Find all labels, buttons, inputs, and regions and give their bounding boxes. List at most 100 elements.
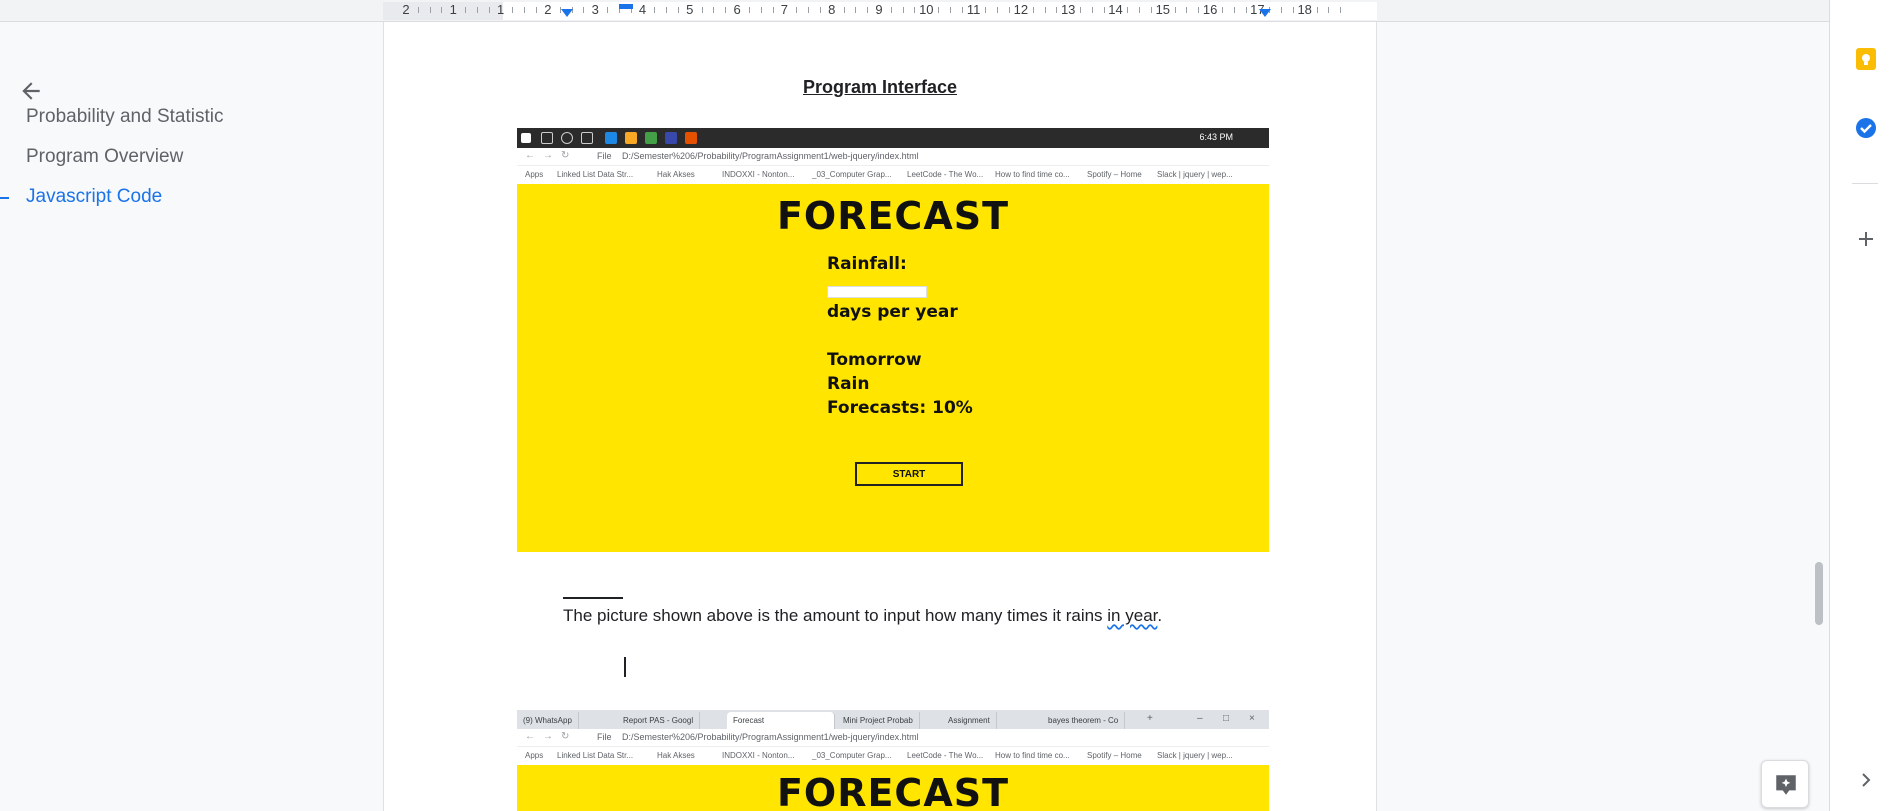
ruler-tick bbox=[524, 7, 526, 13]
forecast-app-body: FORECAST Rainfall: days per year Tomorro… bbox=[517, 184, 1269, 552]
explore-button[interactable] bbox=[1761, 760, 1809, 808]
app-icon bbox=[665, 132, 677, 144]
ruler-number: 13 bbox=[1060, 2, 1076, 17]
close-icon: × bbox=[1249, 713, 1255, 724]
ruler-tick bbox=[1328, 7, 1330, 13]
ruler-tick bbox=[465, 7, 467, 13]
new-tab-icon: + bbox=[1147, 713, 1153, 724]
bookmark: Spotify – Home bbox=[1087, 751, 1142, 760]
horizontal-ruler[interactable]: 2 1 1 2 3 4 5 6 7 8 9 10 11 12 13 14 15 16 17 18 bbox=[0, 0, 1829, 22]
right-indent-marker[interactable] bbox=[1259, 9, 1271, 17]
ruler-tick bbox=[938, 7, 940, 13]
ruler-tick bbox=[867, 7, 869, 13]
outline-item-javascript-code[interactable]: Javascript Code bbox=[26, 186, 162, 208]
ruler-tick bbox=[1044, 7, 1046, 13]
ruler-number: 7 bbox=[780, 2, 789, 17]
ruler-tick bbox=[666, 7, 668, 13]
ruler-tick bbox=[796, 7, 798, 13]
browser-nav-icons: ←→↻ bbox=[525, 731, 578, 742]
ruler-tick bbox=[902, 7, 904, 13]
ruler-tick bbox=[1091, 7, 1093, 13]
plus-icon[interactable] bbox=[1854, 227, 1878, 251]
outline-item-probability-and-statistic[interactable]: Probability and Statistic bbox=[26, 106, 224, 128]
embedded-screenshot-2[interactable]: (9) WhatsApp Report PAS - Googl Forecast… bbox=[517, 710, 1269, 811]
ruler-number: 15 bbox=[1155, 2, 1171, 17]
ruler-tick bbox=[583, 7, 585, 13]
ruler-number: 2 bbox=[402, 2, 410, 17]
ruler-tick bbox=[890, 7, 892, 13]
app-icon-2 bbox=[685, 132, 697, 144]
ruler-number: 4 bbox=[638, 2, 647, 17]
bookmark: LeetCode - The Wo... bbox=[907, 751, 984, 760]
windows-taskbar: 6:43 PM bbox=[517, 128, 1269, 148]
ruler-tick bbox=[1032, 7, 1034, 13]
section-heading: Program Interface bbox=[802, 77, 958, 97]
rainfall-input[interactable] bbox=[827, 286, 927, 298]
bookmark: Spotify – Home bbox=[1087, 170, 1142, 179]
browser-url: D:/Semester%206/Probability/ProgramAssig… bbox=[622, 732, 919, 742]
ruler-tick bbox=[949, 7, 951, 13]
task-view-icon bbox=[581, 132, 593, 144]
days-per-year-label: days per year bbox=[827, 302, 958, 322]
forecast-result: Forecasts: 10% bbox=[827, 398, 973, 418]
ruler-tick bbox=[677, 7, 679, 13]
bookmark: Linked List Data Str... bbox=[557, 751, 634, 760]
page-gutter bbox=[1377, 22, 1829, 811]
spelling-suggestion[interactable]: in year bbox=[1107, 606, 1157, 625]
ruler-left-margin bbox=[383, 2, 503, 20]
chevron-right-icon[interactable] bbox=[1854, 768, 1878, 792]
explore-icon bbox=[1776, 775, 1796, 795]
embedded-screenshot-1[interactable]: 6:43 PM ←→↻ File D:/Semester%206/Probabi… bbox=[517, 128, 1269, 552]
ruler-number: 16 bbox=[1202, 2, 1218, 17]
ruler-tick bbox=[1139, 7, 1141, 13]
side-panel bbox=[1829, 0, 1898, 811]
ruler-tick bbox=[1150, 7, 1152, 13]
left-indent-marker[interactable] bbox=[561, 9, 573, 17]
ruler-tick bbox=[1186, 7, 1188, 13]
ruler-number: 14 bbox=[1108, 2, 1123, 17]
bookmark: Slack | jquery | wep... bbox=[1157, 751, 1233, 760]
outline-active-indicator bbox=[0, 197, 9, 199]
tasks-icon[interactable] bbox=[1854, 116, 1878, 140]
ruler-number: 12 bbox=[1013, 2, 1029, 17]
body-paragraph[interactable]: The picture shown above is the amount to… bbox=[563, 606, 1162, 626]
bookmark: Hak Akses bbox=[657, 751, 695, 760]
maximize-icon: □ bbox=[1223, 713, 1230, 724]
rainfall-label: Rainfall: bbox=[827, 254, 907, 274]
ruler-number: 10 bbox=[919, 2, 934, 17]
ruler-tick bbox=[701, 7, 703, 13]
document-page[interactable]: Program Interface 6:43 PM ←→↻ File D:/Se… bbox=[383, 22, 1377, 811]
ruler-tick bbox=[1292, 7, 1294, 13]
vertical-scrollbar-thumb[interactable] bbox=[1815, 562, 1823, 625]
short-horizontal-rule bbox=[563, 597, 623, 599]
forecast-title: FORECAST bbox=[776, 771, 1010, 811]
ruler-tick bbox=[1340, 7, 1342, 13]
browser-tab: Assignment bbox=[942, 712, 997, 729]
ruler-number: 8 bbox=[828, 2, 836, 17]
rain-label: Rain bbox=[827, 374, 870, 394]
file-label: File bbox=[597, 732, 612, 742]
keep-icon[interactable] bbox=[1854, 47, 1878, 71]
ruler-tick bbox=[772, 7, 774, 13]
ruler-tick bbox=[1103, 7, 1105, 13]
arrow-back-icon[interactable] bbox=[18, 78, 44, 104]
ruler-tick bbox=[1127, 7, 1129, 13]
ruler-number: 1 bbox=[449, 2, 457, 17]
start-button[interactable]: START bbox=[855, 462, 963, 486]
ruler-tick bbox=[1221, 7, 1223, 13]
browser-tab: bayes theorem - Co bbox=[1042, 712, 1126, 729]
ruler-tick bbox=[512, 7, 514, 13]
windows-start-icon bbox=[521, 133, 531, 143]
ruler-number: 9 bbox=[875, 2, 883, 17]
forecast-title: FORECAST bbox=[776, 194, 1010, 238]
ruler-number: 11 bbox=[966, 2, 981, 17]
ruler-number: 3 bbox=[591, 2, 599, 17]
ruler-tick bbox=[1056, 7, 1058, 13]
outline-item-program-overview[interactable]: Program Overview bbox=[26, 146, 183, 168]
bookmarks-bar: Apps Linked List Data Str... Hak Akses I… bbox=[517, 166, 1269, 184]
cortana-icon bbox=[561, 132, 573, 144]
tomorrow-label: Tomorrow bbox=[827, 350, 922, 370]
bookmark: How to find time co... bbox=[995, 170, 1070, 179]
ruler-tick bbox=[914, 7, 916, 13]
first-line-indent-marker[interactable] bbox=[619, 4, 633, 9]
